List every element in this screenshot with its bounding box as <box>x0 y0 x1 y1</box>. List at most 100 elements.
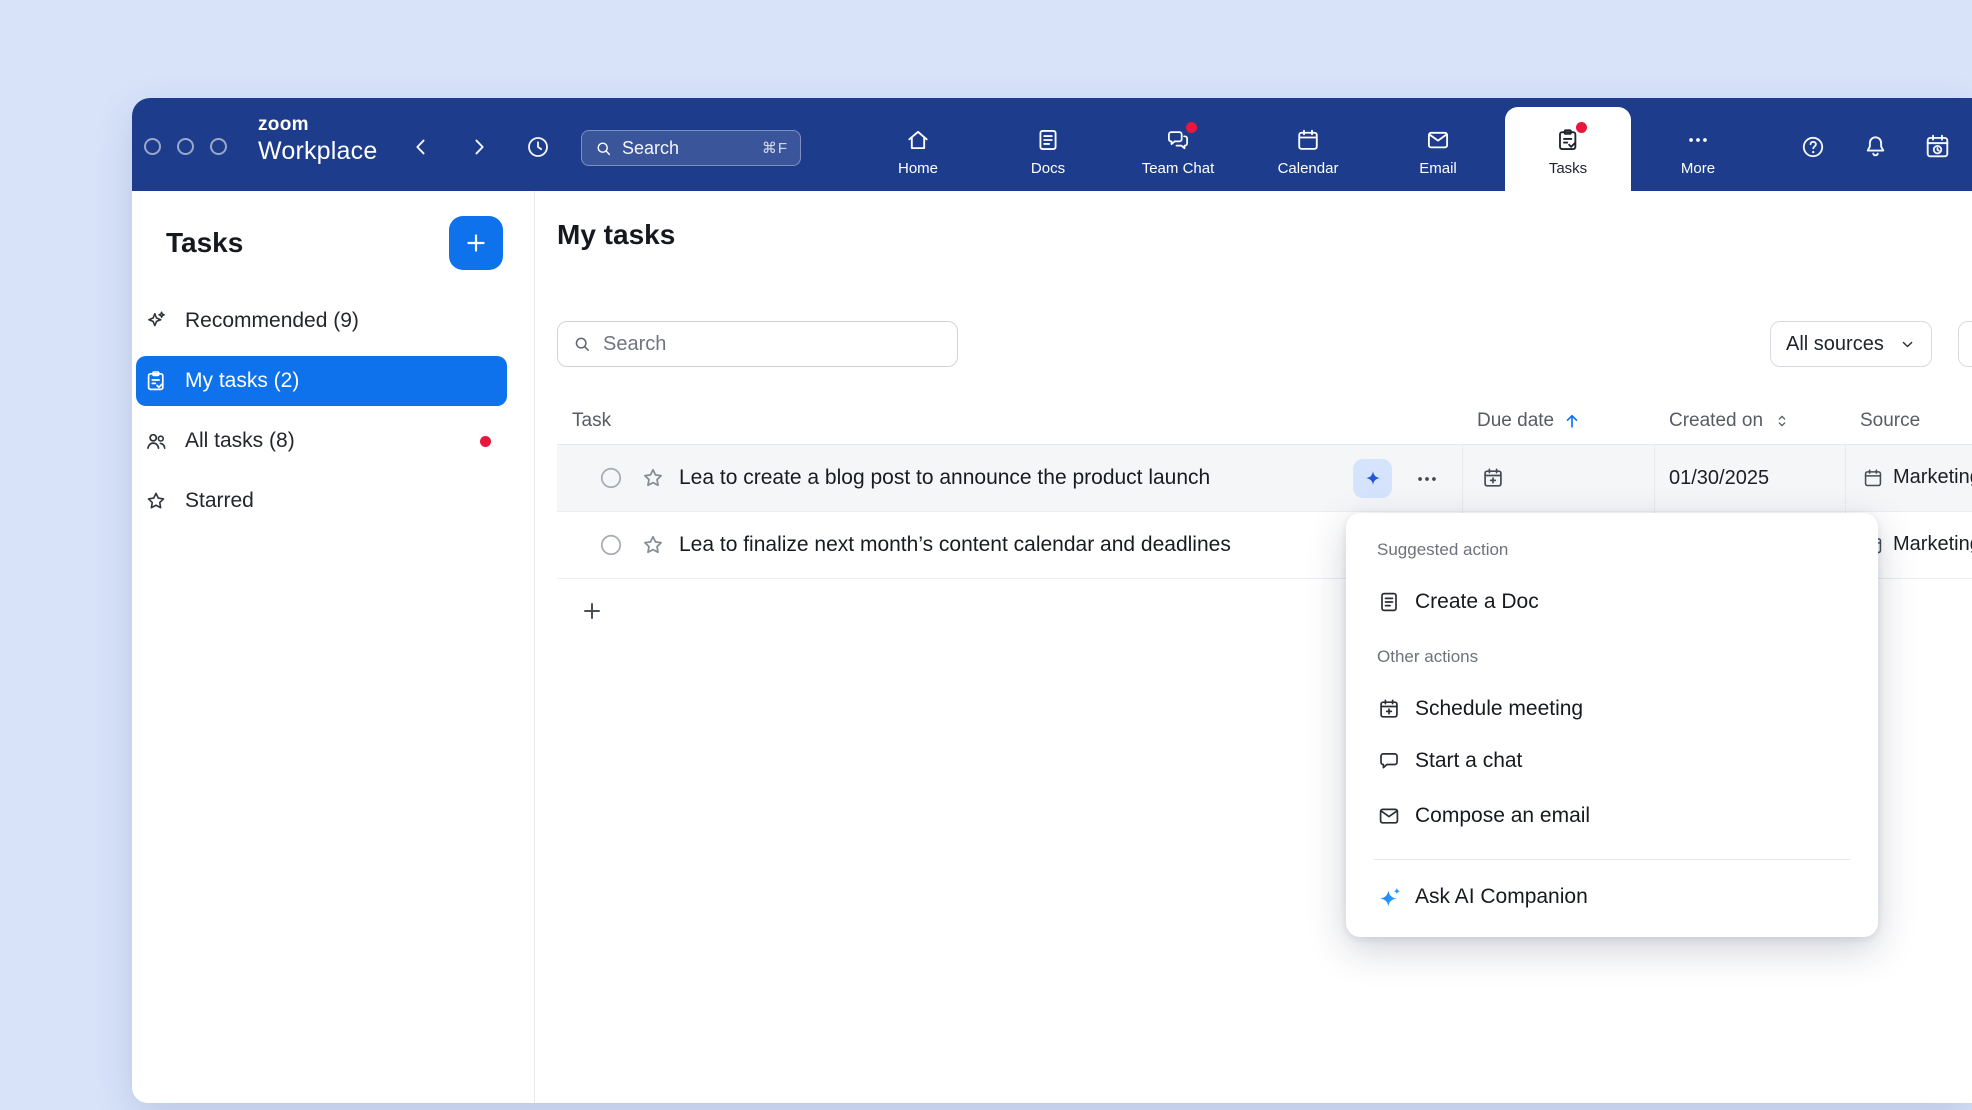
chevron-left-icon <box>410 136 432 158</box>
task-complete-checkbox[interactable] <box>598 465 624 491</box>
nav-item-tasks[interactable]: Tasks <box>1503 98 1633 191</box>
add-new-task-button[interactable] <box>580 599 604 623</box>
menu-item-schedule-meeting[interactable]: Schedule meeting <box>1374 686 1850 732</box>
calendar-plus-icon <box>1481 466 1505 490</box>
notification-dot <box>1186 122 1197 133</box>
nav-item-team-chat[interactable]: Team Chat <box>1113 98 1243 191</box>
task-star-toggle[interactable] <box>640 532 666 558</box>
task-search <box>557 321 958 367</box>
search-shortcut-badge: ⌘F <box>762 139 788 157</box>
task-star-toggle[interactable] <box>640 465 666 491</box>
nav-item-email[interactable]: Email <box>1373 98 1503 191</box>
suggested-action-label: Suggested action <box>1377 540 1508 560</box>
column-divider <box>1654 445 1655 511</box>
menu-item-compose-email[interactable]: Compose an email <box>1374 793 1850 839</box>
sidebar-item-recommended[interactable]: Recommended (9) <box>136 296 507 346</box>
sort-ascending-icon <box>1562 411 1582 431</box>
column-created-on[interactable]: Created on <box>1669 410 1791 432</box>
menu-item-ask-ai-companion[interactable]: Ask AI Companion <box>1374 874 1850 920</box>
created-on-value: 01/30/2025 <box>1669 467 1769 490</box>
nav-item-calendar[interactable]: Calendar <box>1243 98 1373 191</box>
menu-item-label: Ask AI Companion <box>1415 885 1588 909</box>
topbar: zoom Workplace Search ⌘F Home Docs Team … <box>132 98 1972 191</box>
nav-label-calendar: Calendar <box>1278 160 1339 177</box>
question-mark-icon <box>1800 134 1826 160</box>
sparkles-icon <box>144 309 168 333</box>
circle-icon <box>598 532 624 558</box>
sort-icon <box>1773 412 1791 430</box>
nav-label-docs: Docs <box>1031 160 1065 177</box>
team-chat-icon <box>1165 127 1191 153</box>
page-title: My tasks <box>557 219 675 251</box>
column-task[interactable]: Task <box>572 410 611 432</box>
nav-forward-button[interactable] <box>468 136 490 158</box>
calendar-plus-icon <box>1377 697 1401 721</box>
unread-dot <box>480 436 491 447</box>
search-icon <box>572 334 592 354</box>
column-due-date-label: Due date <box>1477 410 1554 432</box>
tasks-sidebar: Tasks Recommended (9) My tasks (2) All t… <box>132 191 535 1103</box>
row-actions-button[interactable] <box>1414 466 1440 492</box>
sidebar-label-starred: Starred <box>185 489 254 513</box>
source-label: Marketing <box>1893 533 1972 556</box>
menu-item-start-a-chat[interactable]: Start a chat <box>1374 738 1850 784</box>
filter-extra-button[interactable] <box>1958 321 1972 367</box>
plus-icon <box>580 599 604 623</box>
sources-filter-label: All sources <box>1786 333 1884 356</box>
nav-label-email: Email <box>1419 160 1457 177</box>
column-divider <box>1845 445 1846 511</box>
ai-companion-icon <box>1377 885 1401 909</box>
nav-item-more[interactable]: More <box>1633 98 1763 191</box>
menu-item-create-doc[interactable]: Create a Doc <box>1374 579 1850 625</box>
menu-item-label: Schedule meeting <box>1415 697 1583 721</box>
task-search-input[interactable] <box>603 333 943 356</box>
calendar-icon <box>1862 467 1884 489</box>
people-icon <box>144 429 168 453</box>
nav-label-tasks: Tasks <box>1549 160 1587 177</box>
column-created-on-label: Created on <box>1669 410 1763 432</box>
task-complete-checkbox[interactable] <box>598 532 624 558</box>
logo-zoom-text: zoom <box>258 115 377 134</box>
global-search[interactable]: Search ⌘F <box>581 130 801 166</box>
zoom-workplace-logo: zoom Workplace <box>258 115 377 164</box>
window-maximize-button[interactable] <box>210 138 227 155</box>
sources-filter-dropdown[interactable]: All sources <box>1770 321 1932 367</box>
sidebar-item-all-tasks[interactable]: All tasks (8) <box>136 416 507 466</box>
ai-sparkle-icon <box>1363 469 1383 489</box>
schedule-button[interactable] <box>1923 132 1952 161</box>
ellipsis-icon <box>1414 466 1440 492</box>
nav-item-docs[interactable]: Docs <box>983 98 1113 191</box>
add-task-button[interactable] <box>449 216 503 270</box>
sidebar-title: Tasks <box>166 227 243 259</box>
global-search-placeholder: Search <box>622 138 753 159</box>
topbar-nav: Home Docs Team Chat Calendar Email Tasks <box>853 98 1763 191</box>
table-header: Task Due date Created on Source <box>557 396 1972 445</box>
task-list-icon <box>144 369 168 393</box>
nav-item-home[interactable]: Home <box>853 98 983 191</box>
plus-icon <box>463 230 489 256</box>
docs-icon <box>1035 127 1061 153</box>
column-source[interactable]: Source <box>1860 410 1920 432</box>
help-button[interactable] <box>1800 134 1826 160</box>
star-icon <box>640 465 666 491</box>
window-close-button[interactable] <box>144 138 161 155</box>
star-icon <box>144 489 168 513</box>
sidebar-item-starred[interactable]: Starred <box>136 476 507 526</box>
add-due-date-button[interactable] <box>1481 466 1505 490</box>
bell-icon <box>1862 133 1889 160</box>
task-title: Lea to create a blog post to announce th… <box>679 466 1210 490</box>
chat-bubble-icon <box>1377 749 1401 773</box>
sidebar-item-my-tasks[interactable]: My tasks (2) <box>136 356 507 406</box>
nav-back-button[interactable] <box>410 136 432 158</box>
nav-label-team-chat: Team Chat <box>1142 160 1215 177</box>
more-ellipsis-icon <box>1685 127 1711 153</box>
window-minimize-button[interactable] <box>177 138 194 155</box>
envelope-icon <box>1377 804 1401 828</box>
notifications-button[interactable] <box>1862 133 1889 160</box>
history-button[interactable] <box>525 134 551 160</box>
email-icon <box>1425 127 1451 153</box>
column-due-date[interactable]: Due date <box>1477 410 1582 432</box>
task-row[interactable]: Lea to create a blog post to announce th… <box>557 445 1972 512</box>
sidebar-list: Recommended (9) My tasks (2) All tasks (… <box>132 296 534 536</box>
ai-companion-button[interactable] <box>1353 459 1392 498</box>
